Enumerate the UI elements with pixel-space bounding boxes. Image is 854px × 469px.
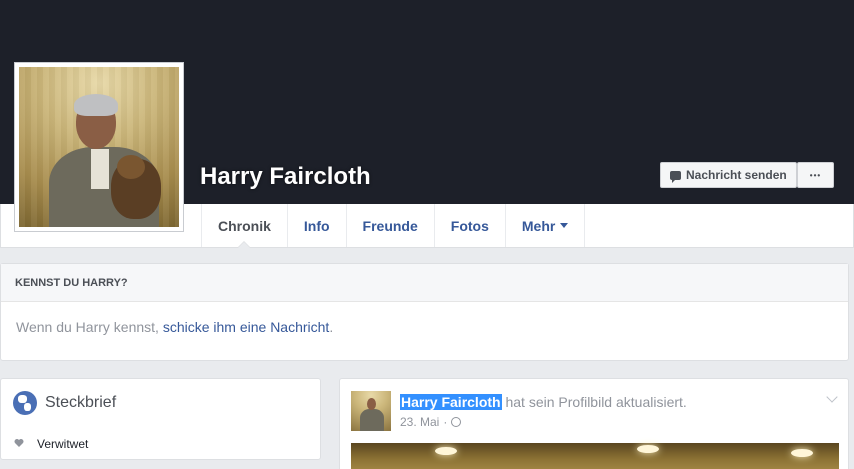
tab-chronik[interactable]: Chronik — [201, 204, 287, 248]
about-title: Steckbrief — [45, 394, 117, 411]
send-message-button[interactable]: Nachricht senden — [660, 162, 797, 188]
tab-mehr[interactable]: Mehr — [504, 204, 586, 247]
globe-icon[interactable] — [451, 417, 462, 427]
post-card: Harry Faircloth hat sein Profilbild aktu… — [339, 378, 849, 469]
meta-separator: · — [443, 415, 448, 429]
message-icon — [670, 170, 681, 183]
know-card-text: Wenn du Harry kennst, — [16, 319, 163, 335]
post-image[interactable] — [351, 443, 839, 469]
know-card-title: KENNST DU HARRY? — [1, 264, 848, 302]
tab-label: Freunde — [362, 217, 418, 234]
profile-photo-image — [19, 67, 179, 227]
heart-icon — [14, 439, 24, 447]
know-card-period: . — [329, 319, 334, 335]
post-author-link[interactable]: Harry Faircloth — [400, 394, 502, 410]
globe-icon — [13, 391, 37, 415]
tab-label: Mehr — [521, 217, 556, 234]
relationship-status: Verwitwet — [37, 437, 89, 451]
know-person-card: KENNST DU HARRY? Wenn du Harry kennst, s… — [0, 263, 849, 361]
ellipsis-icon: ••• — [809, 170, 822, 180]
tab-freunde[interactable]: Freunde — [345, 204, 434, 247]
about-card: Steckbrief Verwitwet — [0, 378, 321, 460]
send-him-message-link[interactable]: schicke ihm eine Nachricht — [163, 319, 330, 335]
post-date[interactable]: 23. Mai — [400, 415, 439, 429]
chevron-down-icon[interactable] — [826, 391, 838, 403]
tab-label: Chronik — [218, 217, 271, 234]
tab-info[interactable]: Info — [286, 204, 346, 247]
post-author-avatar[interactable] — [351, 391, 391, 431]
post-meta: 23. Mai · — [400, 415, 462, 429]
more-options-button[interactable]: ••• — [797, 162, 834, 188]
tab-label: Fotos — [450, 217, 489, 234]
know-card-body: Wenn du Harry kennst, schicke ihm eine N… — [1, 302, 848, 352]
post-headline: Harry Faircloth hat sein Profilbild aktu… — [400, 394, 687, 410]
profile-name[interactable]: Harry Faircloth — [200, 163, 371, 191]
post-action-text: hat sein Profilbild aktualisiert. — [501, 394, 687, 410]
profile-tabs: Chronik Info Freunde Fotos Mehr — [201, 204, 586, 248]
caret-down-icon — [560, 223, 569, 228]
tab-fotos[interactable]: Fotos — [433, 204, 505, 247]
profile-picture[interactable] — [14, 62, 184, 232]
tab-label: Info — [303, 217, 330, 234]
send-message-label: Nachricht senden — [686, 168, 787, 182]
